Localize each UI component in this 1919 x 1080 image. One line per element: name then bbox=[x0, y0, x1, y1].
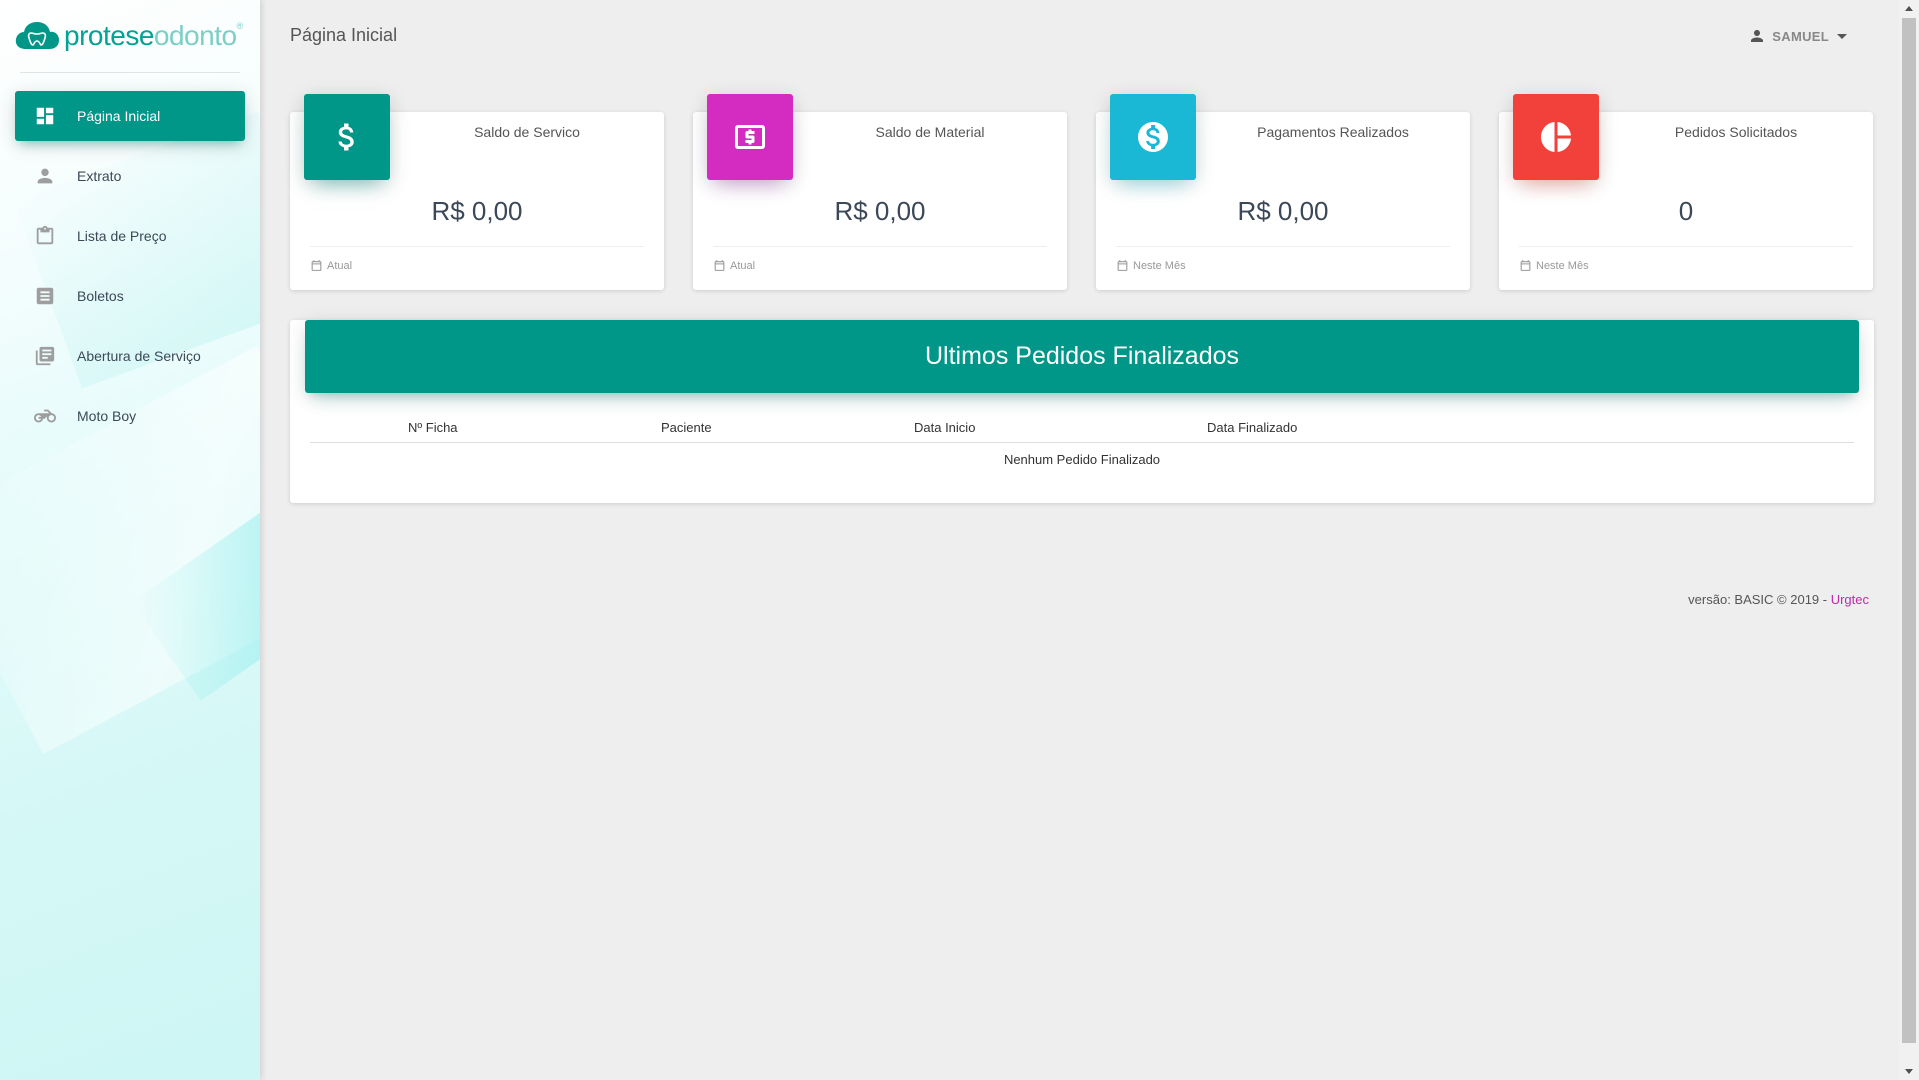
brand-registered-mark: ® bbox=[236, 21, 244, 31]
app: proteseodonto® Página Inicial Extrato Li… bbox=[0, 0, 1919, 1080]
page-title: Página Inicial bbox=[290, 25, 398, 45]
main-content: Página Inicial SAMUEL Saldo de Servico R… bbox=[260, 0, 1899, 1080]
sidebar-nav: Página Inicial Extrato Lista de Preço Bo… bbox=[0, 91, 260, 441]
brand-part1: protese bbox=[64, 20, 154, 51]
topbar: Página Inicial SAMUEL bbox=[260, 0, 1899, 72]
list-doc-icon bbox=[33, 284, 57, 308]
card-footer-label: Neste Mês bbox=[1536, 259, 1589, 272]
card-value: 0 bbox=[1678, 196, 1694, 226]
column-header: Data Inicio bbox=[914, 420, 976, 435]
card-value: R$ 0,00 bbox=[834, 196, 926, 226]
sidebar-divider bbox=[20, 72, 240, 73]
stat-card-pedidos-solicitados: Pedidos Solicitados 0 Neste Mês bbox=[1499, 94, 1873, 290]
card-footer-label: Atual bbox=[730, 259, 756, 272]
sidebar-item-label: Extrato bbox=[77, 168, 122, 184]
calendar-icon bbox=[1117, 260, 1128, 271]
user-icon bbox=[1751, 30, 1764, 42]
card-value: R$ 0,00 bbox=[1237, 196, 1329, 226]
stat-card-saldo-material: Saldo de Material R$ 0,00 Atual bbox=[693, 94, 1067, 290]
footer-brand-link[interactable]: Urgtec bbox=[1831, 592, 1869, 607]
cloud-tooth-logo-icon bbox=[15, 22, 60, 49]
scrollbar-thumb[interactable] bbox=[1902, 18, 1916, 1043]
sidebar-item-moto-boy[interactable]: Moto Boy bbox=[15, 391, 245, 441]
card-category: Saldo de Material bbox=[875, 124, 985, 140]
footer: versão: BASIC © 2019 - Urgtec bbox=[1688, 592, 1869, 607]
column-header: Data Finalizado bbox=[1207, 420, 1298, 435]
card-footer-label: Atual bbox=[327, 259, 353, 272]
sidebar-item-abertura-de-servico[interactable]: Abertura de Serviço bbox=[15, 331, 245, 381]
card-category: Pedidos Solicitados bbox=[1674, 124, 1798, 140]
card-footer: Atual bbox=[713, 246, 1047, 272]
stat-card-saldo-servico: Saldo de Servico R$ 0,00 Atual bbox=[290, 94, 664, 290]
dollar-circle-icon bbox=[1110, 94, 1196, 180]
caret-down-icon bbox=[1837, 33, 1847, 39]
sidebar-item-label: Boletos bbox=[77, 288, 124, 304]
stat-card-pagamentos-realizados: Pagamentos Realizados R$ 0,00 Neste Mês bbox=[1096, 94, 1470, 290]
motorcycle-icon bbox=[33, 404, 57, 428]
sidebar-item-label: Lista de Preço bbox=[77, 228, 167, 244]
sidebar-item-lista-de-preco[interactable]: Lista de Preço bbox=[15, 211, 245, 261]
calendar-icon bbox=[311, 260, 322, 271]
sidebar-item-pagina-inicial[interactable]: Página Inicial bbox=[15, 91, 245, 141]
orders-table-card: Ultimos Pedidos Finalizados Nº Ficha Pac… bbox=[290, 320, 1874, 503]
footer-text: versão: BASIC © 2019 - bbox=[1688, 592, 1831, 607]
library-books-icon bbox=[33, 344, 57, 368]
user-name: SAMUEL bbox=[1772, 28, 1829, 44]
table-header-row: Nº Ficha Paciente Data Inicio Data Final… bbox=[310, 416, 1854, 443]
card-category: Saldo de Servico bbox=[474, 124, 580, 140]
pie-chart-icon bbox=[1513, 94, 1599, 180]
card-footer: Neste Mês bbox=[1519, 246, 1853, 272]
user-menu[interactable]: SAMUEL bbox=[1748, 27, 1847, 45]
column-header: Paciente bbox=[661, 420, 712, 435]
empty-table-message: Nenhum Pedido Finalizado bbox=[1003, 452, 1161, 467]
card-footer-label: Neste Mês bbox=[1133, 259, 1186, 272]
column-header: Nº Ficha bbox=[408, 420, 458, 435]
vertical-scrollbar[interactable] bbox=[1899, 0, 1919, 1080]
scroll-up-arrow-icon[interactable] bbox=[1899, 0, 1919, 17]
dashboard-icon bbox=[33, 104, 57, 128]
calendar-icon bbox=[1520, 260, 1531, 271]
orders-table-title: Ultimos Pedidos Finalizados bbox=[305, 320, 1859, 393]
dollar-icon bbox=[304, 94, 390, 180]
orders-table: Nº Ficha Paciente Data Inicio Data Final… bbox=[310, 416, 1854, 467]
sidebar-item-boletos[interactable]: Boletos bbox=[15, 271, 245, 321]
scroll-down-arrow-icon[interactable] bbox=[1899, 1063, 1919, 1080]
logo[interactable]: proteseodonto® bbox=[0, 0, 246, 72]
calendar-icon bbox=[714, 260, 725, 271]
brand-part2: odonto bbox=[153, 20, 237, 51]
card-category: Pagamentos Realizados bbox=[1257, 124, 1409, 140]
sidebar-item-label: Página Inicial bbox=[77, 108, 161, 124]
card-footer: Atual bbox=[310, 246, 644, 272]
sidebar-item-extrato[interactable]: Extrato bbox=[15, 151, 245, 201]
money-bill-icon bbox=[707, 94, 793, 180]
card-footer: Neste Mês bbox=[1116, 246, 1450, 272]
card-value: R$ 0,00 bbox=[431, 196, 523, 226]
sidebar: proteseodonto® Página Inicial Extrato Li… bbox=[0, 0, 260, 1080]
sidebar-item-label: Abertura de Serviço bbox=[77, 348, 201, 364]
sidebar-item-label: Moto Boy bbox=[77, 408, 137, 424]
clipboard-icon bbox=[33, 224, 57, 248]
brand-name: proteseodonto® bbox=[64, 22, 243, 50]
stats-cards: Saldo de Servico R$ 0,00 Atual Saldo de … bbox=[290, 94, 1874, 290]
person-icon bbox=[33, 164, 57, 188]
